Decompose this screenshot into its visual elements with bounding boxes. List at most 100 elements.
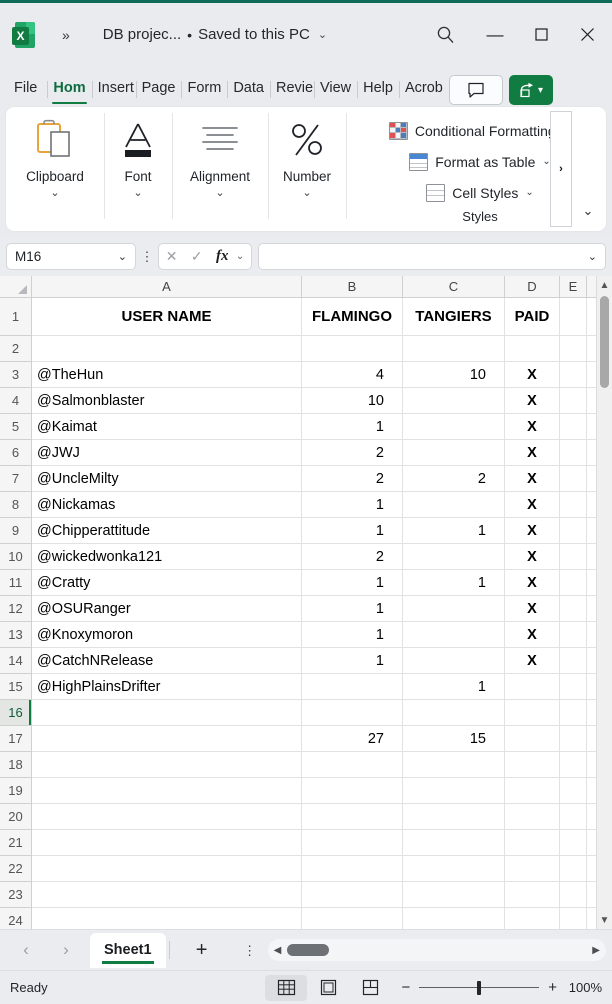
cell-e7[interactable]	[560, 466, 587, 491]
cell-a17[interactable]	[32, 726, 302, 751]
zoom-slider[interactable]	[419, 980, 540, 995]
cell-a6[interactable]: @JWJ	[32, 440, 302, 465]
scroll-right-button[interactable]: ▶	[592, 945, 600, 956]
row-header-14[interactable]: 14	[0, 648, 32, 674]
cell-d8[interactable]: X	[505, 492, 560, 517]
cell-d7[interactable]: X	[505, 466, 560, 491]
cell-e16[interactable]	[560, 700, 587, 725]
document-title[interactable]: DB projec... • Saved to this PC ⌄	[103, 26, 327, 43]
scroll-up-button[interactable]: ▲	[600, 276, 610, 294]
row-header-23[interactable]: 23	[0, 882, 32, 908]
row-header-6[interactable]: 6	[0, 440, 32, 466]
cell-b6[interactable]: 2	[302, 440, 403, 465]
cell-a8[interactable]: @Nickamas	[32, 492, 302, 517]
cell-b11[interactable]: 1	[302, 570, 403, 595]
cell-b24[interactable]	[302, 908, 403, 929]
cell-b17[interactable]: 27	[302, 726, 403, 751]
formula-bar-options-button[interactable]: ⋮	[136, 250, 158, 263]
cell-d5[interactable]: X	[505, 414, 560, 439]
cell-c7[interactable]: 2	[403, 466, 505, 491]
scroll-down-button[interactable]: ▼	[600, 911, 610, 929]
cell-b20[interactable]	[302, 804, 403, 829]
row-header-5[interactable]: 5	[0, 414, 32, 440]
cell-e5[interactable]	[560, 414, 587, 439]
cell-b1[interactable]: FLAMINGO	[302, 298, 403, 335]
vertical-scrollbar[interactable]: ▲ ▼	[596, 276, 612, 929]
cell-b16[interactable]	[302, 700, 403, 725]
tab-file[interactable]: File	[4, 74, 47, 107]
cell-e21[interactable]	[560, 830, 587, 855]
cell-e15[interactable]	[560, 674, 587, 699]
row-header-21[interactable]: 21	[0, 830, 32, 856]
zoom-in-button[interactable]: +	[548, 979, 557, 996]
cell-a19[interactable]	[32, 778, 302, 803]
tab-insert[interactable]: Insert	[91, 74, 136, 107]
row-header-2[interactable]: 2	[0, 336, 32, 362]
cell-d21[interactable]	[505, 830, 560, 855]
tab-home[interactable]: Hom	[47, 74, 91, 107]
cell-a21[interactable]	[32, 830, 302, 855]
cell-d2[interactable]	[505, 336, 560, 361]
horizontal-scroll-thumb[interactable]	[287, 944, 330, 956]
ribbon-group-font[interactable]: Font ⌄	[104, 107, 172, 231]
row-header-16[interactable]: 16	[0, 700, 32, 726]
chevron-down-icon[interactable]: ⌄	[236, 251, 244, 262]
zoom-slider-handle[interactable]	[477, 980, 482, 995]
share-button[interactable]: ▾	[508, 75, 553, 105]
cell-e24[interactable]	[560, 908, 587, 929]
cell-c3[interactable]: 10	[403, 362, 505, 387]
row-header-13[interactable]: 13	[0, 622, 32, 648]
cell-e14[interactable]	[560, 648, 587, 673]
cell-e17[interactable]	[560, 726, 587, 751]
column-header-e[interactable]: E	[560, 276, 587, 297]
row-header-11[interactable]: 11	[0, 570, 32, 596]
cell-a7[interactable]: @UncleMilty	[32, 466, 302, 491]
column-header-d[interactable]: D	[505, 276, 560, 297]
cell-d20[interactable]	[505, 804, 560, 829]
cell-a13[interactable]: @Knoxymoron	[32, 622, 302, 647]
cell-c17[interactable]: 15	[403, 726, 505, 751]
tab-review[interactable]: Revie	[269, 74, 314, 107]
cell-e2[interactable]	[560, 336, 587, 361]
cell-d4[interactable]: X	[505, 388, 560, 413]
row-header-4[interactable]: 4	[0, 388, 32, 414]
cell-e1[interactable]	[560, 298, 587, 335]
cell-c24[interactable]	[403, 908, 505, 929]
cell-e6[interactable]	[560, 440, 587, 465]
cell-e18[interactable]	[560, 752, 587, 777]
cell-b23[interactable]	[302, 882, 403, 907]
chevron-down-icon[interactable]: ⌄	[588, 250, 597, 263]
chevron-down-icon[interactable]: ⌄	[302, 186, 311, 199]
chevron-down-icon[interactable]: ⌄	[133, 186, 142, 199]
cell-b3[interactable]: 4	[302, 362, 403, 387]
row-header-15[interactable]: 15	[0, 674, 32, 700]
previous-sheet-button[interactable]: ‹	[6, 940, 46, 960]
cell-c22[interactable]	[403, 856, 505, 881]
cell-e9[interactable]	[560, 518, 587, 543]
cell-b9[interactable]: 1	[302, 518, 403, 543]
cell-c8[interactable]	[403, 492, 505, 517]
cell-d12[interactable]: X	[505, 596, 560, 621]
cell-a20[interactable]	[32, 804, 302, 829]
row-header-17[interactable]: 17	[0, 726, 32, 752]
cell-a16[interactable]	[32, 700, 302, 725]
cell-c16[interactable]	[403, 700, 505, 725]
row-header-22[interactable]: 22	[0, 856, 32, 882]
zoom-out-button[interactable]: −	[401, 979, 410, 996]
cell-b10[interactable]: 2	[302, 544, 403, 569]
cell-a10[interactable]: @wickedwonka121	[32, 544, 302, 569]
insert-function-icon[interactable]: fx	[216, 248, 229, 265]
cell-d22[interactable]	[505, 856, 560, 881]
cell-a9[interactable]: @Chipperattitude	[32, 518, 302, 543]
cell-e12[interactable]	[560, 596, 587, 621]
cell-a12[interactable]: @OSURanger	[32, 596, 302, 621]
cell-b18[interactable]	[302, 752, 403, 777]
cell-d10[interactable]: X	[505, 544, 560, 569]
formula-input[interactable]: ⌄	[258, 242, 606, 270]
ribbon-group-number[interactable]: Number ⌄	[268, 107, 346, 231]
tab-acrobat[interactable]: Acrob	[398, 74, 443, 107]
cell-b19[interactable]	[302, 778, 403, 803]
row-header-19[interactable]: 19	[0, 778, 32, 804]
vertical-scroll-thumb[interactable]	[600, 296, 609, 388]
tab-help[interactable]: Help	[357, 74, 399, 107]
